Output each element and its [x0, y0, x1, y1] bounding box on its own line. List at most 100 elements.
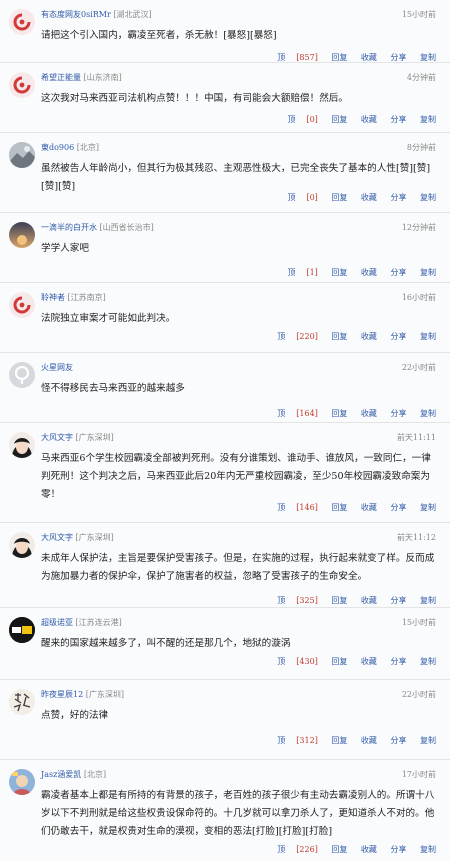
favorite-button[interactable]: 收藏	[361, 596, 377, 605]
comment-time: 12分钟前	[401, 223, 436, 232]
copy-button[interactable]: 复制	[420, 657, 436, 666]
share-button[interactable]: 分享	[390, 115, 406, 124]
share-button[interactable]: 分享	[390, 53, 406, 62]
share-button[interactable]: 分享	[390, 736, 406, 745]
share-button[interactable]: 分享	[390, 193, 406, 202]
share-button[interactable]: 分享	[390, 657, 406, 666]
reply-button[interactable]: 回复	[331, 332, 347, 341]
upvote-button[interactable]: 顶 [325]	[266, 596, 318, 605]
comment-header: 大风文字 [广东深圳]	[41, 432, 114, 443]
upvote-count: [0]	[306, 193, 318, 202]
copy-button[interactable]: 复制	[420, 332, 436, 341]
comment-actions: 顶 [857] 回复 收藏 分享 复制	[255, 52, 436, 63]
upvote-button[interactable]: 顶 [0]	[276, 193, 317, 202]
upvote-count: [1]	[306, 268, 318, 277]
copy-button[interactable]: 复制	[420, 596, 436, 605]
reply-button[interactable]: 回复	[331, 409, 347, 418]
favorite-button[interactable]: 收藏	[361, 332, 377, 341]
comment-text: 未成年人保护法，主旨是要保护受害孩子。但是，在实施的过程，执行起来就变了样。反而…	[41, 553, 435, 582]
copy-button[interactable]: 复制	[420, 268, 436, 277]
upvote-count: [0]	[306, 115, 318, 124]
comment-time: 前天11:11	[396, 433, 436, 442]
favorite-button[interactable]: 收藏	[361, 503, 377, 512]
username-link[interactable]: 昨夜星辰12	[41, 690, 83, 699]
comment-item: 火星网友 22小时前 怪不得移民去马来西亚的越来越多 顶 [164] 回复 收藏 …	[0, 353, 450, 423]
comment-text: 霸凌者基本上都是有所持的有背景的孩子，老百姓的孩子很少有主动去霸凌别人的。所谓十…	[41, 790, 435, 837]
copy-button[interactable]: 复制	[420, 736, 436, 745]
user-location: [广东深圳]	[75, 433, 114, 442]
reply-button[interactable]: 回复	[331, 596, 347, 605]
username-link[interactable]: 一滴半的白开水	[41, 223, 97, 232]
reply-button[interactable]: 回复	[331, 736, 347, 745]
upvote-button[interactable]: 顶 [312]	[266, 736, 318, 745]
upvote-button[interactable]: 顶 [164]	[266, 409, 318, 418]
reply-button[interactable]: 回复	[331, 845, 347, 854]
share-button[interactable]: 分享	[390, 268, 406, 277]
comment-actions: 顶 [164] 回复 收藏 分享 复制	[255, 408, 436, 419]
share-button[interactable]: 分享	[390, 845, 406, 854]
comment-actions: 顶 [430] 回复 收藏 分享 复制	[255, 656, 436, 667]
favorite-button[interactable]: 收藏	[361, 53, 377, 62]
copy-button[interactable]: 复制	[420, 115, 436, 124]
comment-header: Jasz涵爱凯 [北京]	[41, 769, 106, 780]
reply-button[interactable]: 回复	[331, 657, 347, 666]
copy-button[interactable]: 复制	[420, 503, 436, 512]
upvote-button[interactable]: 顶 [226]	[266, 845, 318, 854]
favorite-button[interactable]: 收藏	[361, 115, 377, 124]
share-button[interactable]: 分享	[390, 503, 406, 512]
comment-text: 学学人家吧	[41, 243, 89, 254]
reply-button[interactable]: 回复	[331, 193, 347, 202]
upvote-button[interactable]: 顶 [430]	[266, 657, 318, 666]
netease-logo-icon	[9, 9, 35, 35]
photo-avatar-icon	[9, 222, 35, 248]
favorite-button[interactable]: 收藏	[361, 845, 377, 854]
username-link[interactable]: 大风文字	[41, 433, 73, 442]
comment-time: 17小时前	[401, 770, 436, 779]
photo-avatar-icon	[9, 769, 35, 795]
comment-time: 22小时前	[401, 363, 436, 372]
username-link[interactable]: 火星网友	[41, 363, 73, 372]
photo-avatar-icon	[9, 142, 35, 168]
username-link[interactable]: 超级诺亚	[41, 618, 73, 627]
username-link[interactable]: 東do906	[41, 143, 74, 152]
reply-button[interactable]: 回复	[331, 53, 347, 62]
share-button[interactable]: 分享	[390, 596, 406, 605]
share-button[interactable]: 分享	[390, 409, 406, 418]
upvote-button[interactable]: 顶 [857]	[266, 53, 318, 62]
upvote-button[interactable]: 顶 [1]	[276, 268, 317, 277]
comment-actions: 顶 [312] 回复 收藏 分享 复制	[255, 735, 436, 746]
share-button[interactable]: 分享	[390, 332, 406, 341]
username-link[interactable]: 聆神者	[41, 293, 65, 302]
username-link[interactable]: 有态度网友0siRMr	[41, 10, 111, 19]
photo-avatar-icon	[9, 432, 35, 458]
comment-time: 15小时前	[401, 618, 436, 627]
favorite-button[interactable]: 收藏	[361, 193, 377, 202]
comment-header: 東do906 [北京]	[41, 142, 99, 153]
upvote-button[interactable]: 顶 [146]	[266, 503, 318, 512]
favorite-button[interactable]: 收藏	[361, 657, 377, 666]
comment-header: 希望正能量 [山东济南]	[41, 72, 122, 83]
user-location: [山东济南]	[83, 73, 122, 82]
photo-avatar-icon	[9, 532, 35, 558]
copy-button[interactable]: 复制	[420, 409, 436, 418]
user-location: [北京]	[83, 770, 107, 779]
username-link[interactable]: 希望正能量	[41, 73, 81, 82]
upvote-button[interactable]: 顶 [0]	[276, 115, 317, 124]
user-location: [湖北武汉]	[113, 10, 152, 19]
comment-item: 東do906 [北京] 8分钟前 虽然被告人年龄尚小，但其行为极其残忍、主观恶性…	[0, 133, 450, 213]
username-link[interactable]: 大风文字	[41, 533, 73, 542]
reply-button[interactable]: 回复	[331, 268, 347, 277]
copy-button[interactable]: 复制	[420, 193, 436, 202]
username-link[interactable]: Jasz涵爱凯	[41, 770, 81, 779]
reply-button[interactable]: 回复	[331, 115, 347, 124]
upvote-button[interactable]: 顶 [220]	[266, 332, 318, 341]
upvote-count: [312]	[296, 736, 318, 745]
comment-actions: 顶 [0] 回复 收藏 分享 复制	[265, 192, 436, 203]
favorite-button[interactable]: 收藏	[361, 268, 377, 277]
reply-button[interactable]: 回复	[331, 503, 347, 512]
copy-button[interactable]: 复制	[420, 845, 436, 854]
comment-time: 16小时前	[401, 293, 436, 302]
favorite-button[interactable]: 收藏	[361, 409, 377, 418]
favorite-button[interactable]: 收藏	[361, 736, 377, 745]
copy-button[interactable]: 复制	[420, 53, 436, 62]
